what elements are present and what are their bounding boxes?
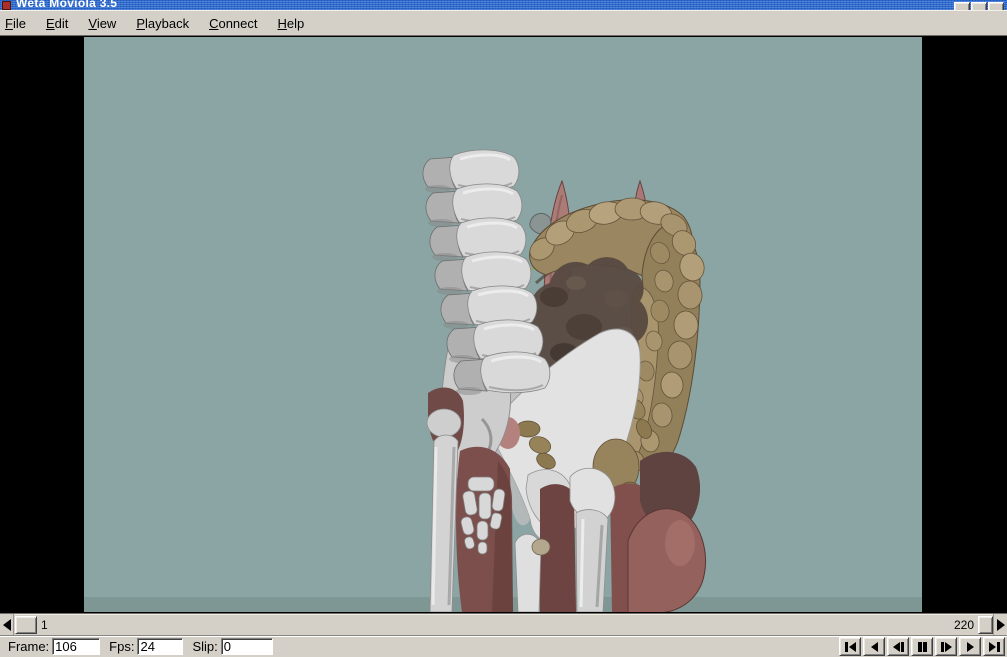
menu-playback[interactable]: Playback [134, 15, 191, 32]
play-forward-button[interactable] [959, 637, 981, 656]
maximize-button[interactable] [971, 2, 987, 10]
timeline-end-label: 220 [954, 618, 974, 632]
menubar: File Edit View Playback Connect Help [0, 10, 1007, 36]
end-triangle-icon [989, 642, 996, 652]
timeline-right-arrow-button[interactable] [993, 614, 1007, 636]
app-icon [2, 1, 11, 10]
minimize-button[interactable] [954, 2, 970, 10]
slip-field: Slip: [192, 638, 272, 655]
slip-label: Slip: [192, 639, 217, 654]
pause-button[interactable] [911, 637, 933, 656]
video-viewport[interactable] [84, 37, 922, 612]
play-forward-icon [967, 642, 974, 652]
timeline-left-arrow-button[interactable] [0, 614, 14, 636]
end-bar-icon [997, 642, 1000, 652]
transport-controls [839, 637, 1005, 656]
frame-input[interactable] [52, 638, 100, 655]
titlebar[interactable]: Weta Moviola 3.5 [0, 0, 1007, 10]
start-triangle-icon [849, 642, 856, 652]
timeline-start-label: 1 [41, 618, 48, 632]
control-bar: Frame: Fps: Slip: [0, 635, 1007, 657]
step-forward-button[interactable] [935, 637, 957, 656]
close-button[interactable] [988, 2, 1004, 10]
step-forward-bar-icon [941, 642, 944, 652]
right-arrow-icon [997, 619, 1005, 631]
menu-help[interactable]: Help [276, 15, 307, 32]
menu-connect[interactable]: Connect [207, 15, 259, 32]
step-backward-button[interactable] [887, 637, 909, 656]
window-controls [954, 2, 1004, 10]
timeline-end-thumb[interactable] [978, 616, 993, 634]
timeline-scrollbar[interactable]: 1 220 [0, 613, 1007, 635]
fps-field: Fps: [109, 638, 183, 655]
gluteal-muscle [628, 509, 705, 612]
step-forward-triangle-icon [945, 642, 952, 652]
frame-field: Frame: [8, 638, 100, 655]
fps-input[interactable] [137, 638, 183, 655]
go-to-start-button[interactable] [839, 637, 861, 656]
window-title: Weta Moviola 3.5 [16, 0, 117, 10]
menu-file[interactable]: File [3, 15, 28, 32]
slip-input[interactable] [221, 638, 273, 655]
menu-edit[interactable]: Edit [44, 15, 70, 32]
step-back-triangle-icon [893, 642, 900, 652]
play-backward-button[interactable] [863, 637, 885, 656]
play-backward-icon [871, 642, 878, 652]
left-arrow-icon [3, 619, 11, 631]
menu-view[interactable]: View [86, 15, 118, 32]
start-bar-icon [845, 642, 848, 652]
timeline-start-thumb[interactable] [15, 616, 37, 634]
step-back-bar-icon [901, 642, 904, 652]
moviola-window: Weta Moviola 3.5 File Edit View Playback… [0, 0, 1007, 657]
main-area [0, 36, 1007, 613]
fps-label: Fps: [109, 639, 134, 654]
go-to-end-button[interactable] [983, 637, 1005, 656]
anatomy-scene [84, 37, 922, 612]
frame-label: Frame: [8, 639, 49, 654]
pause-bar-left-icon [918, 642, 922, 652]
pause-bar-right-icon [923, 642, 927, 652]
